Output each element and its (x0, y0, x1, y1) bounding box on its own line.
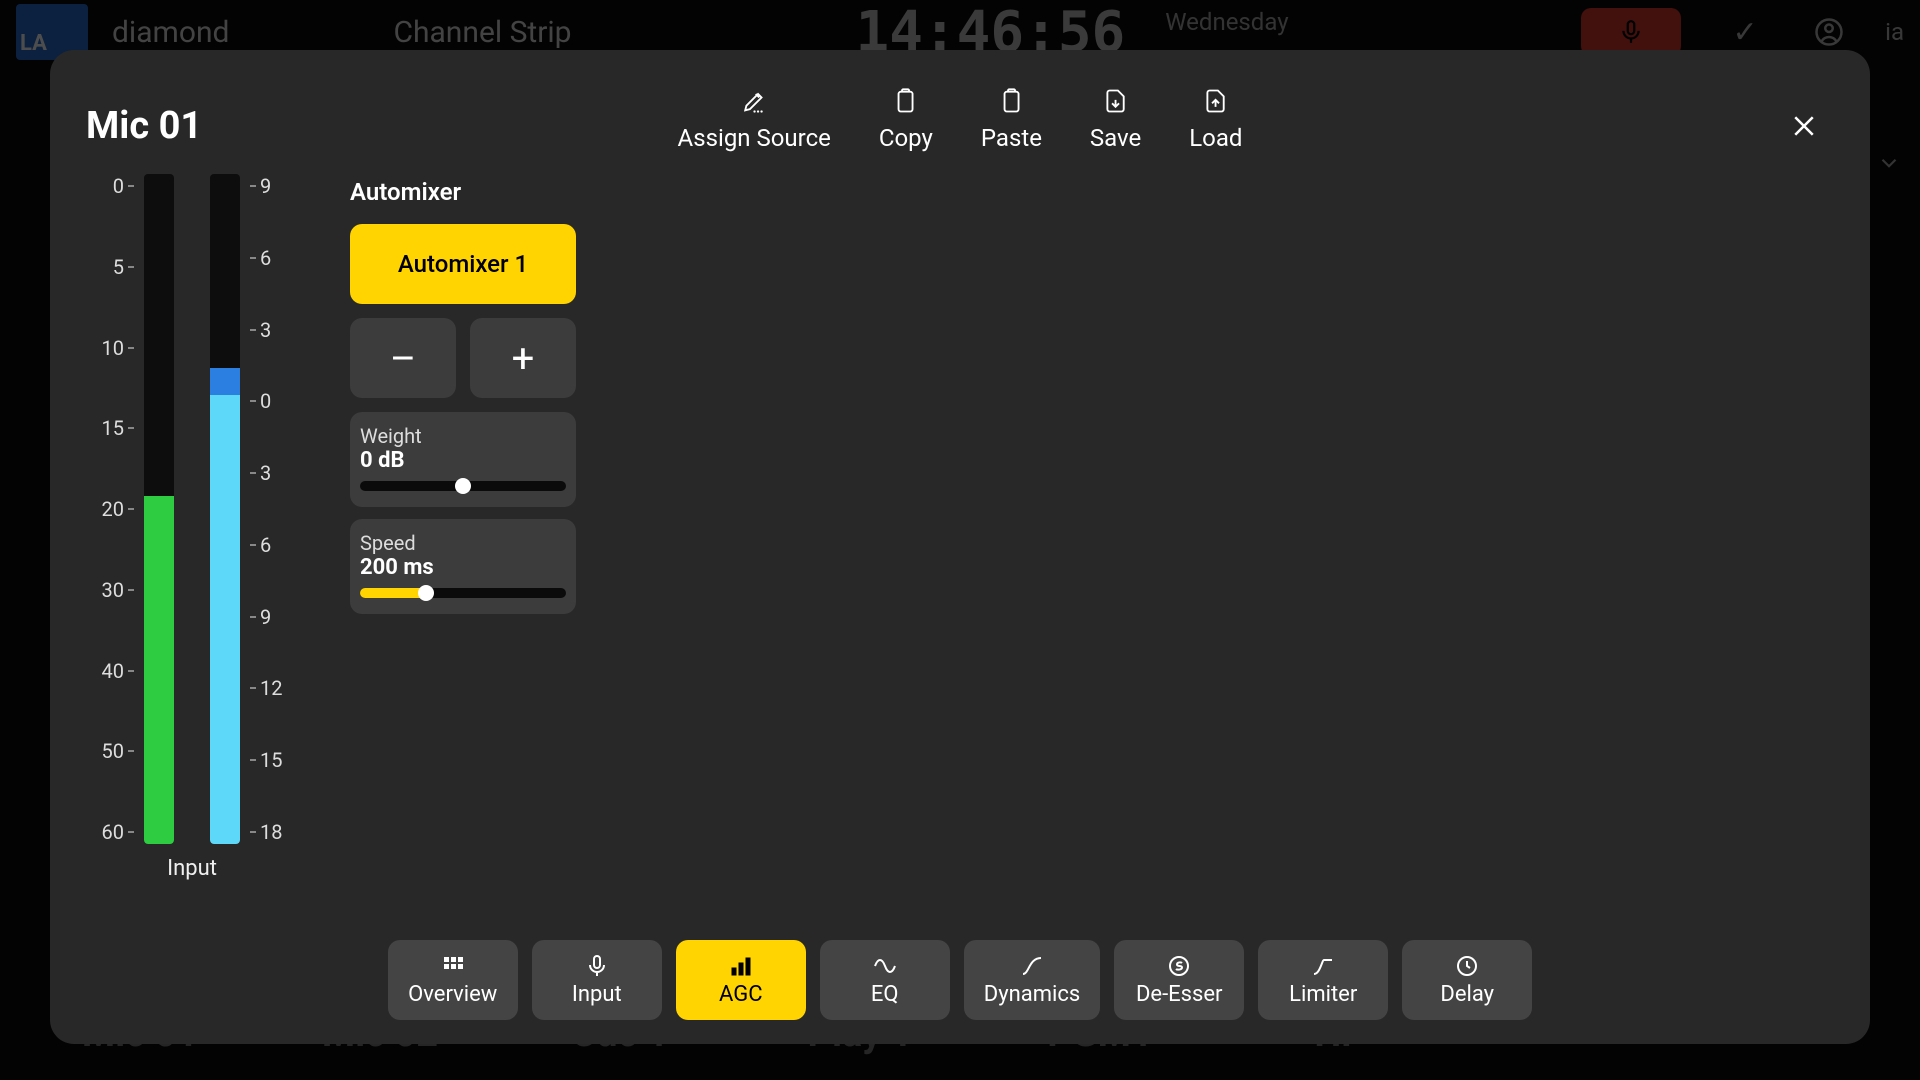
tab-agc[interactable]: AGC (676, 940, 806, 1020)
copy-button[interactable]: Copy (879, 86, 933, 152)
tool-label: Paste (981, 124, 1042, 152)
input-meters: 0 5 10 15 20 30 40 50 60 (74, 174, 294, 928)
tab-label: EQ (871, 982, 899, 1007)
pencil-icon (739, 86, 769, 116)
tab-eq[interactable]: EQ (820, 940, 950, 1020)
paste-button[interactable]: Paste (981, 86, 1042, 152)
meter-scale-right: 9 6 3 0 3 6 9 12 15 18 (240, 174, 282, 844)
chevron-down-icon[interactable] (1876, 150, 1902, 180)
meter-label: Input (167, 856, 217, 881)
user-icon[interactable] (1809, 17, 1849, 47)
weight-slider[interactable]: Weight 0 dB (350, 412, 576, 507)
section-title: Channel Strip (393, 15, 571, 50)
tab-overview[interactable]: Overview (388, 940, 518, 1020)
load-icon (1201, 86, 1231, 116)
tab-delay[interactable]: Delay (1402, 940, 1532, 1020)
channel-modal: Mic 01 Assign Source Copy Paste (50, 50, 1870, 1044)
modal-toolbar: Assign Source Copy Paste Save (678, 86, 1243, 152)
tab-label: Limiter (1289, 982, 1357, 1007)
tab-label: De-Esser (1136, 982, 1223, 1007)
automixer-title: Automixer (350, 178, 576, 206)
speed-slider[interactable]: Speed 200 ms (350, 519, 576, 614)
tab-label: AGC (719, 982, 763, 1007)
tool-label: Copy (879, 124, 933, 152)
mic-icon (1618, 19, 1644, 45)
tab-label: Overview (408, 982, 497, 1007)
save-icon (1101, 86, 1131, 116)
bars-icon (727, 954, 755, 978)
grid-icon (439, 954, 467, 978)
meter-bar-gain (210, 174, 240, 844)
slider-label: Speed (360, 531, 566, 555)
tab-de-esser[interactable]: De-Esser (1114, 940, 1244, 1020)
tool-label: Save (1090, 124, 1141, 152)
tab-label: Dynamics (984, 982, 1080, 1007)
load-button[interactable]: Load (1189, 86, 1242, 152)
limiter-icon (1309, 954, 1337, 978)
clipboard-paste-icon (996, 86, 1026, 116)
close-icon (1789, 111, 1819, 141)
meter-bar-input (144, 174, 174, 844)
mic-icon (583, 954, 611, 978)
modal-header: Mic 01 Assign Source Copy Paste (74, 86, 1846, 148)
tab-limiter[interactable]: Limiter (1258, 940, 1388, 1020)
record-button[interactable] (1581, 8, 1681, 56)
tab-label: Delay (1440, 982, 1494, 1007)
ia-label: ia (1885, 18, 1904, 46)
clipboard-icon (891, 86, 921, 116)
meter-scale-left: 0 5 10 15 20 30 40 50 60 (102, 174, 144, 844)
save-button[interactable]: Save (1090, 86, 1141, 152)
automixer-minus-button[interactable]: – (350, 318, 456, 398)
confirm-icon[interactable]: ✓ (1725, 15, 1765, 50)
de-esser-icon (1165, 954, 1193, 978)
tab-input[interactable]: Input (532, 940, 662, 1020)
bottom-tabbar: Overview Input AGC EQ Dynamics (74, 928, 1846, 1020)
modal-body: 0 5 10 15 20 30 40 50 60 (74, 148, 1846, 928)
wave-icon (871, 954, 899, 978)
tab-dynamics[interactable]: Dynamics (964, 940, 1100, 1020)
tool-label: Load (1189, 124, 1242, 152)
clock-icon (1453, 954, 1481, 978)
close-button[interactable] (1782, 104, 1826, 148)
assign-source-button[interactable]: Assign Source (678, 86, 831, 152)
automixer-plus-button[interactable]: + (470, 318, 576, 398)
automixer-select-button[interactable]: Automixer 1 (350, 224, 576, 304)
channel-title: Mic 01 (74, 86, 202, 148)
slider-value: 200 ms (360, 555, 566, 580)
tool-label: Assign Source (678, 124, 831, 152)
app-name: diamond (112, 15, 229, 50)
slider-label: Weight (360, 424, 566, 448)
curve-icon (1018, 954, 1046, 978)
day-label: Wednesday (1165, 0, 1288, 36)
tab-label: Input (572, 982, 622, 1007)
automixer-panel: Automixer Automixer 1 – + Weight 0 dB Sp… (294, 174, 576, 928)
slider-value: 0 dB (360, 448, 566, 473)
